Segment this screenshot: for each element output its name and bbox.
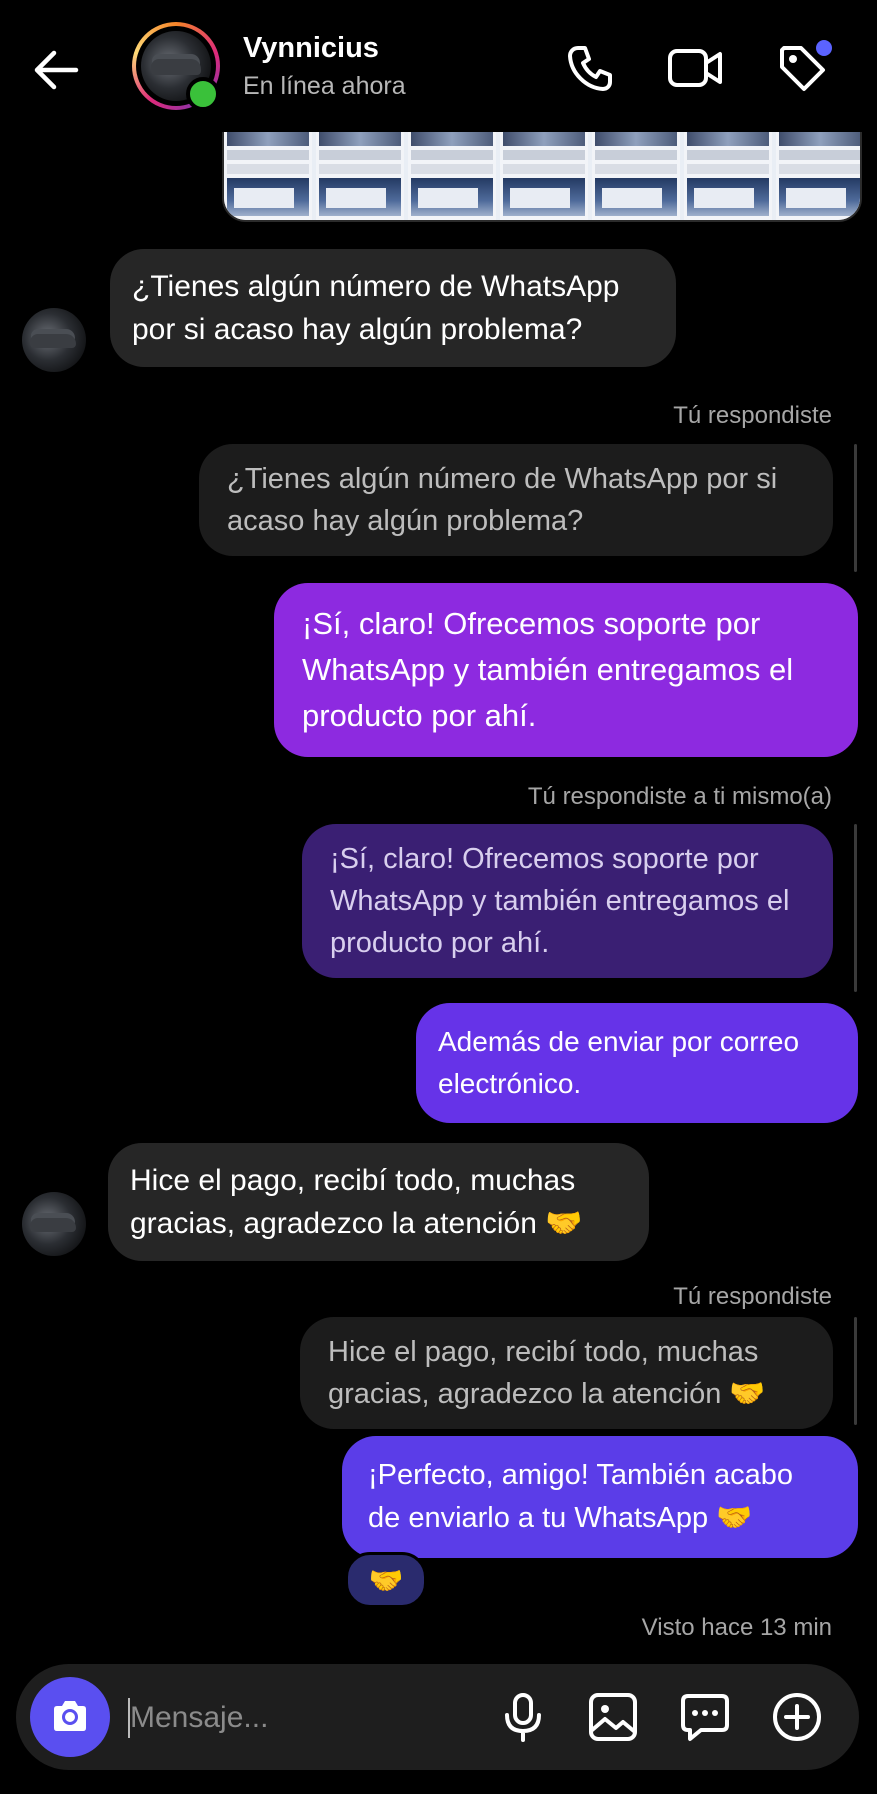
sender-avatar[interactable] — [22, 308, 86, 372]
message-reaction[interactable]: 🤝 — [345, 1552, 427, 1608]
outgoing-message[interactable]: ¡Sí, claro! Ofrecemos soporte por WhatsA… — [274, 583, 858, 757]
microphone-icon[interactable] — [496, 1690, 550, 1744]
back-arrow-icon[interactable] — [26, 40, 86, 100]
reply-bar — [854, 444, 857, 572]
phone-icon[interactable] — [562, 40, 618, 96]
contact-name[interactable]: Vynnicius — [243, 32, 379, 65]
message-text: Además de enviar por correo electrónico. — [438, 1026, 800, 1099]
message-text: ¡Sí, claro! Ofrecemos soporte por WhatsA… — [302, 606, 794, 733]
reply-label: Tú respondiste a ti mismo(a) — [527, 783, 832, 810]
message-input[interactable] — [130, 1694, 490, 1742]
reply-preview[interactable]: ¿Tienes algún número de WhatsApp por si … — [199, 444, 833, 556]
add-circle-icon[interactable] — [770, 1690, 824, 1744]
message-text: ¡Perfecto, amigo! También acabo de envia… — [368, 1459, 794, 1534]
reply-bar — [854, 1317, 857, 1425]
incoming-message[interactable]: ¿Tienes algún número de WhatsApp por si … — [110, 249, 676, 367]
image-thumbnail[interactable] — [592, 124, 680, 220]
reply-bar — [854, 824, 857, 992]
reply-preview[interactable]: Hice el pago, recibí todo, muchas gracia… — [300, 1317, 833, 1429]
reply-preview-text: Hice el pago, recibí todo, muchas gracia… — [328, 1336, 766, 1410]
reply-label: Tú respondiste — [673, 402, 832, 429]
gallery-icon[interactable] — [586, 1690, 640, 1744]
sticker-chat-icon[interactable] — [678, 1690, 732, 1744]
reply-preview-text: ¡Sí, claro! Ofrecemos soporte por WhatsA… — [330, 843, 790, 959]
outgoing-message[interactable]: Además de enviar por correo electrónico. — [416, 1003, 858, 1123]
reply-preview[interactable]: ¡Sí, claro! Ofrecemos soporte por WhatsA… — [302, 824, 833, 978]
image-thumbnail[interactable] — [776, 124, 860, 220]
camera-button[interactable] — [30, 1677, 110, 1757]
sender-avatar[interactable] — [22, 1192, 86, 1256]
image-thumbnail[interactable] — [316, 124, 404, 220]
camera-icon — [54, 1701, 86, 1731]
image-thumbnail[interactable] — [684, 124, 772, 220]
video-icon[interactable] — [666, 40, 722, 96]
reply-label: Tú respondiste — [673, 1283, 832, 1310]
incoming-message[interactable]: Hice el pago, recibí todo, muchas gracia… — [108, 1143, 649, 1261]
message-text: ¿Tienes algún número de WhatsApp por si … — [132, 270, 620, 346]
shared-images-strip[interactable] — [222, 122, 862, 222]
contact-status: En línea ahora — [243, 72, 406, 100]
image-thumbnail[interactable] — [224, 124, 312, 220]
outgoing-message[interactable]: ¡Perfecto, amigo! También acabo de envia… — [342, 1436, 858, 1558]
image-thumbnail[interactable] — [500, 124, 588, 220]
chat-header: Vynnicius En línea ahora — [0, 0, 877, 132]
seen-status: Visto hace 13 min — [641, 1614, 832, 1641]
online-indicator — [186, 77, 220, 111]
message-text: Hice el pago, recibí todo, muchas gracia… — [130, 1164, 583, 1240]
reply-preview-text: ¿Tienes algún número de WhatsApp por si … — [227, 463, 778, 537]
notification-dot — [816, 40, 832, 56]
image-thumbnail[interactable] — [408, 124, 496, 220]
